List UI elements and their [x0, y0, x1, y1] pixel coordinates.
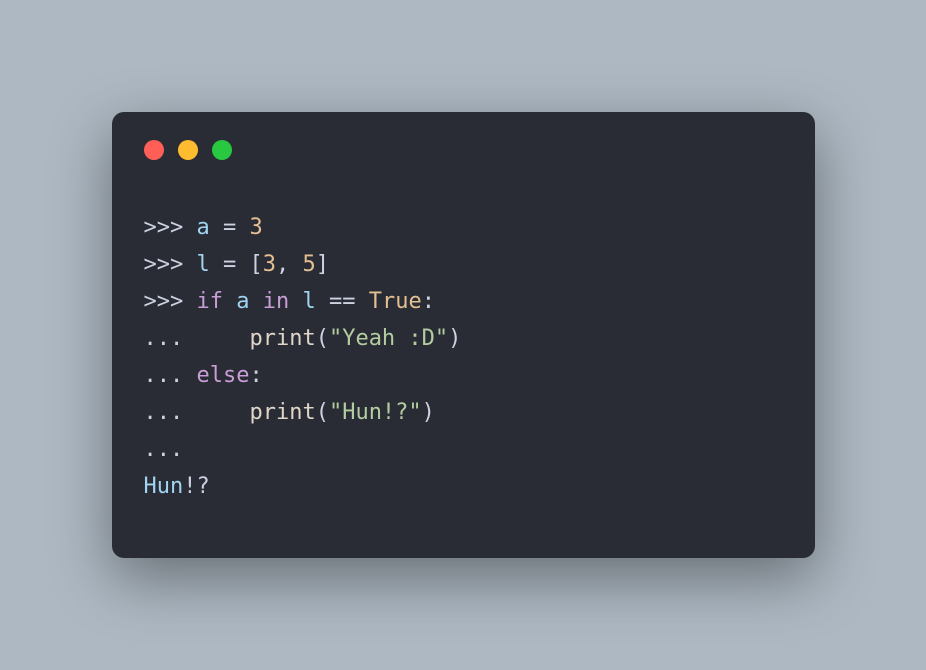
- code-token: = [: [210, 252, 263, 277]
- repl-prompt: ...: [144, 400, 197, 425]
- code-line: >>> a = 3: [144, 210, 783, 247]
- code-line: ... else:: [144, 358, 783, 395]
- code-line: ... print("Yeah :D"): [144, 321, 783, 358]
- repl-prompt: ...: [144, 326, 197, 351]
- code-token: [196, 400, 249, 425]
- code-line: ... print("Hun!?"): [144, 395, 783, 432]
- code-token: ]: [316, 252, 329, 277]
- code-token: [196, 326, 249, 351]
- code-line: >>> l = [3, 5]: [144, 247, 783, 284]
- repl-prompt: ...: [144, 437, 197, 462]
- code-token: "Yeah :D": [329, 326, 448, 351]
- code-token: [223, 289, 236, 314]
- code-token: :: [249, 363, 262, 388]
- output-token: Hun: [144, 474, 184, 499]
- maximize-icon[interactable]: [212, 140, 232, 160]
- code-token: else: [196, 363, 249, 388]
- terminal-window: >>> a = 3>>> l = [3, 5]>>> if a in l == …: [112, 112, 815, 558]
- code-token: ==: [316, 289, 369, 314]
- code-token: =: [210, 215, 250, 240]
- code-line: >>> if a in l == True:: [144, 284, 783, 321]
- output-token: !?: [183, 474, 210, 499]
- close-icon[interactable]: [144, 140, 164, 160]
- code-token: ): [422, 400, 435, 425]
- code-token: [289, 289, 302, 314]
- code-token: 3: [249, 215, 262, 240]
- code-token: (: [316, 400, 329, 425]
- code-token: a: [196, 215, 209, 240]
- code-token: (: [316, 326, 329, 351]
- repl-prompt: >>>: [144, 215, 197, 240]
- repl-prompt: ...: [144, 363, 197, 388]
- code-token: ,: [276, 252, 303, 277]
- code-token: "Hun!?": [329, 400, 422, 425]
- code-token: 3: [263, 252, 276, 277]
- code-line: ...: [144, 432, 783, 469]
- repl-prompt: >>>: [144, 289, 197, 314]
- code-token: in: [263, 289, 290, 314]
- code-token: a: [236, 289, 249, 314]
- code-token: :: [422, 289, 435, 314]
- code-token: l: [196, 252, 209, 277]
- code-token: print: [249, 400, 315, 425]
- code-token: ): [448, 326, 461, 351]
- code-token: print: [249, 326, 315, 351]
- window-controls: [144, 140, 783, 160]
- repl-prompt: >>>: [144, 252, 197, 277]
- output-line: Hun!?: [144, 469, 783, 506]
- code-token: True: [369, 289, 422, 314]
- minimize-icon[interactable]: [178, 140, 198, 160]
- code-token: l: [302, 289, 315, 314]
- code-token: if: [196, 289, 223, 314]
- code-area[interactable]: >>> a = 3>>> l = [3, 5]>>> if a in l == …: [144, 210, 783, 506]
- code-token: 5: [302, 252, 315, 277]
- code-token: [249, 289, 262, 314]
